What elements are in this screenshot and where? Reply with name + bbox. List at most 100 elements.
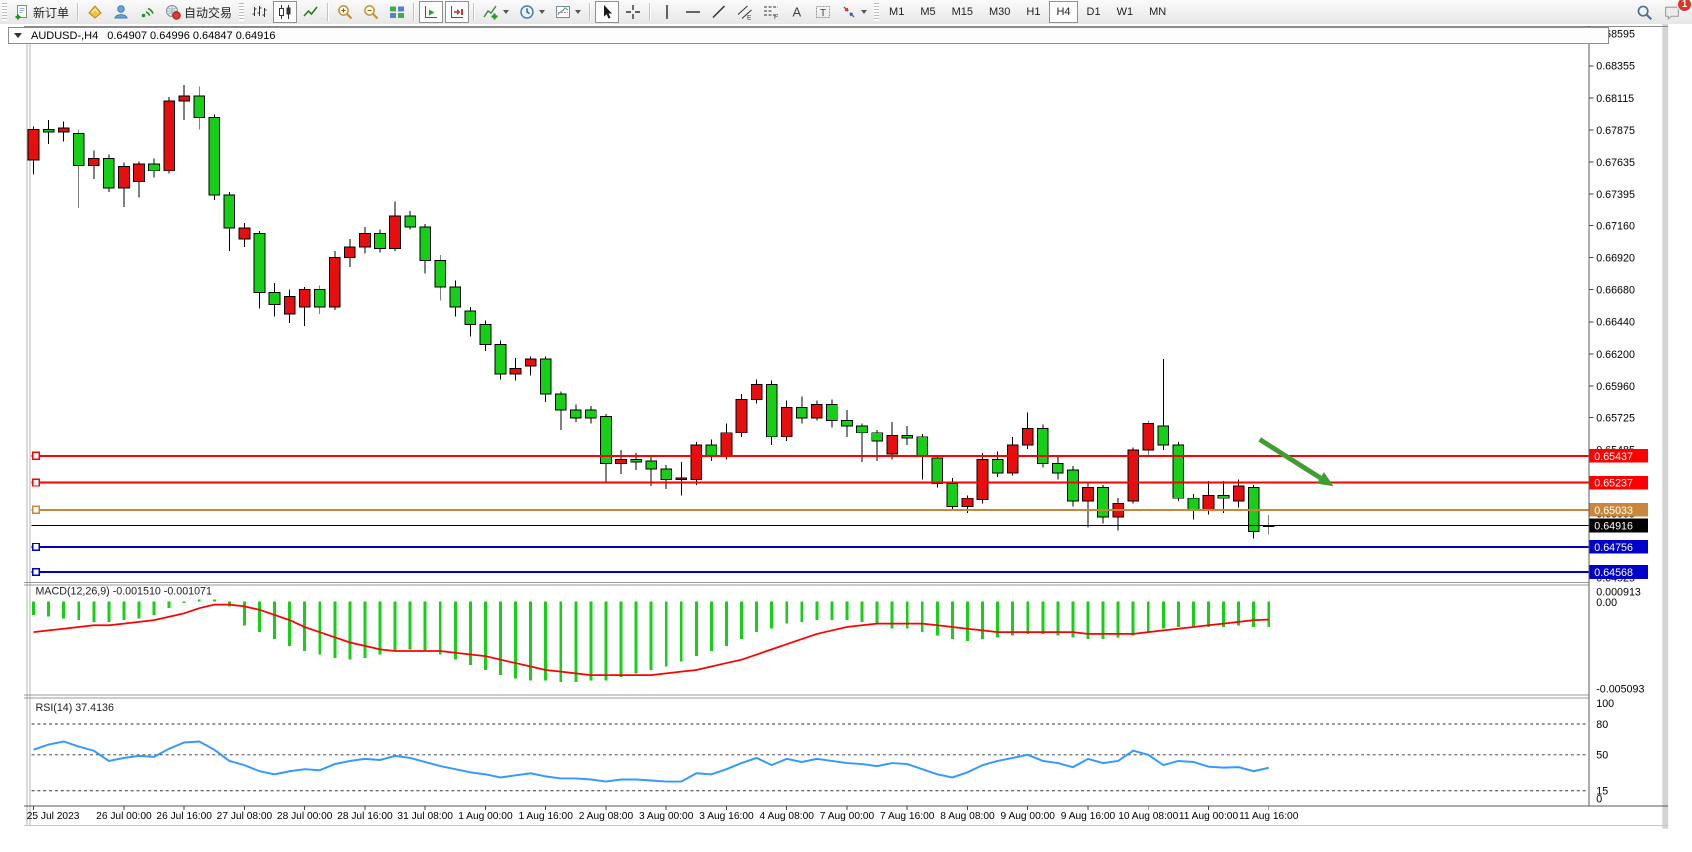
search-button[interactable] xyxy=(1632,1,1657,23)
svg-text:9 Aug 00:00: 9 Aug 00:00 xyxy=(1001,811,1056,822)
cursor-button[interactable] xyxy=(595,1,619,23)
toolbar-grip[interactable] xyxy=(239,3,244,21)
text-label-icon: T xyxy=(815,4,831,20)
fibonacci-tool-button[interactable]: F xyxy=(759,1,783,23)
svg-text:0.67160: 0.67160 xyxy=(1596,220,1635,232)
price-line-label[interactable]: 0.64568 xyxy=(1589,565,1647,579)
timeframe-button-h1[interactable]: H1 xyxy=(1019,1,1047,23)
toolbar-separator xyxy=(649,3,651,21)
indicators-button[interactable] xyxy=(479,1,513,23)
timeframe-button-m1[interactable]: M1 xyxy=(882,1,911,23)
auto-scroll-button[interactable] xyxy=(445,1,469,23)
dropdown-caret-icon xyxy=(861,10,867,14)
svg-text:E: E xyxy=(747,15,752,21)
price-line-label[interactable]: 0.65237 xyxy=(1589,476,1647,490)
svg-text:0.66680: 0.66680 xyxy=(1596,285,1635,297)
periods-button[interactable] xyxy=(515,1,549,23)
price-line-label[interactable]: 0.65033 xyxy=(1589,503,1647,517)
svg-text:0.65437: 0.65437 xyxy=(1594,451,1633,463)
line-chart-button[interactable] xyxy=(299,1,323,23)
vertical-line-tool-button[interactable] xyxy=(655,1,679,23)
timeframe-button-d1[interactable]: D1 xyxy=(1080,1,1108,23)
svg-text:0.66440: 0.66440 xyxy=(1596,317,1635,329)
new-order-button[interactable]: 新订单 xyxy=(10,1,73,23)
collapse-triangle-icon xyxy=(14,33,22,38)
svg-text:1 Aug 16:00: 1 Aug 16:00 xyxy=(519,811,574,822)
svg-text:7 Aug 16:00: 7 Aug 16:00 xyxy=(880,811,935,822)
cursor-arrow-icon xyxy=(599,4,615,20)
tile-windows-icon xyxy=(389,4,405,20)
channel-tool-button[interactable]: E xyxy=(733,1,757,23)
svg-text:0.68115: 0.68115 xyxy=(1596,93,1634,105)
price-line-label[interactable]: 0.64756 xyxy=(1589,540,1647,554)
zoom-out-button[interactable] xyxy=(359,1,383,23)
svg-text:2 Aug 08:00: 2 Aug 08:00 xyxy=(579,811,634,822)
svg-text:-0.005093: -0.005093 xyxy=(1596,684,1644,696)
autotrading-button[interactable]: 自动交易 xyxy=(161,1,236,23)
autotrading-label: 自动交易 xyxy=(184,4,232,21)
text-tool-icon: A xyxy=(789,4,805,20)
svg-text:0.67875: 0.67875 xyxy=(1596,125,1635,137)
svg-text:0.68355: 0.68355 xyxy=(1596,61,1635,73)
svg-text:0.65237: 0.65237 xyxy=(1594,477,1633,489)
dropdown-caret-icon xyxy=(503,10,509,14)
svg-text:3 Aug 16:00: 3 Aug 16:00 xyxy=(699,811,754,822)
svg-text:MACD(12,26,9) -0.001510 -0.001: MACD(12,26,9) -0.001510 -0.001071 xyxy=(35,585,212,597)
vertical-line-icon xyxy=(659,4,675,20)
arrow-objects-icon xyxy=(841,4,857,20)
svg-text:25 Jul 2023: 25 Jul 2023 xyxy=(27,811,80,822)
crosshair-button[interactable] xyxy=(621,1,645,23)
svg-text:0.64756: 0.64756 xyxy=(1594,542,1633,554)
chart-canvas[interactable]: 0.685950.683550.681150.678750.676350.673… xyxy=(0,24,1692,852)
chart-window-titlebar[interactable]: AUDUSD-,H4 0.64907 0.64996 0.64847 0.649… xyxy=(8,27,1609,44)
new-order-icon xyxy=(14,4,30,20)
horizontal-line-tool-button[interactable] xyxy=(681,1,705,23)
candlestick-chart-button[interactable] xyxy=(273,1,297,23)
svg-text:26 Jul 00:00: 26 Jul 00:00 xyxy=(96,811,152,822)
svg-text:1 Aug 00:00: 1 Aug 00:00 xyxy=(458,811,513,822)
signals-icon xyxy=(139,4,155,20)
svg-text:RSI(14) 37.4136: RSI(14) 37.4136 xyxy=(35,702,113,714)
text-tool-button[interactable]: A xyxy=(785,1,809,23)
timeframe-button-m5[interactable]: M5 xyxy=(913,1,942,23)
svg-text:4 Aug 08:00: 4 Aug 08:00 xyxy=(760,811,815,822)
svg-text:7 Aug 00:00: 7 Aug 00:00 xyxy=(820,811,875,822)
zoom-in-button[interactable] xyxy=(333,1,357,23)
zoom-in-icon xyxy=(337,4,353,20)
svg-text:0.65960: 0.65960 xyxy=(1596,381,1635,393)
svg-text:26 Jul 16:00: 26 Jul 16:00 xyxy=(156,811,212,822)
arrows-tool-button[interactable] xyxy=(837,1,871,23)
svg-text:0.66920: 0.66920 xyxy=(1596,253,1635,265)
chart-symbol-period: AUDUSD-,H4 xyxy=(31,30,98,42)
price-line-label[interactable]: 0.64916 xyxy=(1589,519,1647,533)
svg-text:28 Jul 16:00: 28 Jul 16:00 xyxy=(337,811,393,822)
fibonacci-icon: F xyxy=(763,4,779,20)
tile-windows-button[interactable] xyxy=(385,1,409,23)
trendline-tool-button[interactable] xyxy=(707,1,731,23)
bar-chart-button[interactable] xyxy=(247,1,271,23)
metaeditor-button[interactable] xyxy=(83,1,107,23)
zoom-out-icon xyxy=(363,4,379,20)
timeframe-button-m15[interactable]: M15 xyxy=(945,1,980,23)
candlestick-chart-icon xyxy=(277,4,293,20)
toolbar-grip[interactable] xyxy=(2,3,7,21)
chart-shift-button[interactable] xyxy=(419,1,443,23)
svg-text:28 Jul 00:00: 28 Jul 00:00 xyxy=(277,811,333,822)
toolbar-separator xyxy=(589,3,591,21)
timeframe-button-h4[interactable]: H4 xyxy=(1049,1,1077,23)
label-tool-button[interactable]: T xyxy=(811,1,835,23)
autotrading-icon xyxy=(165,4,181,20)
timeframe-button-m30[interactable]: M30 xyxy=(982,1,1017,23)
price-line-label[interactable]: 0.65437 xyxy=(1589,449,1647,463)
signals-button[interactable] xyxy=(135,1,159,23)
timeframe-button-mn[interactable]: MN xyxy=(1142,1,1173,23)
search-icon xyxy=(1636,4,1653,21)
toolbar-grip[interactable] xyxy=(874,3,879,21)
timeframe-group: M1M5M15M30H1H4D1W1MN xyxy=(881,1,1174,23)
svg-text:80: 80 xyxy=(1596,719,1608,731)
community-button[interactable] xyxy=(109,1,133,23)
notification-badge[interactable]: 1 xyxy=(1677,0,1692,12)
svg-text:0.65033: 0.65033 xyxy=(1594,505,1633,517)
templates-button[interactable] xyxy=(551,1,585,23)
timeframe-button-w1[interactable]: W1 xyxy=(1110,1,1141,23)
